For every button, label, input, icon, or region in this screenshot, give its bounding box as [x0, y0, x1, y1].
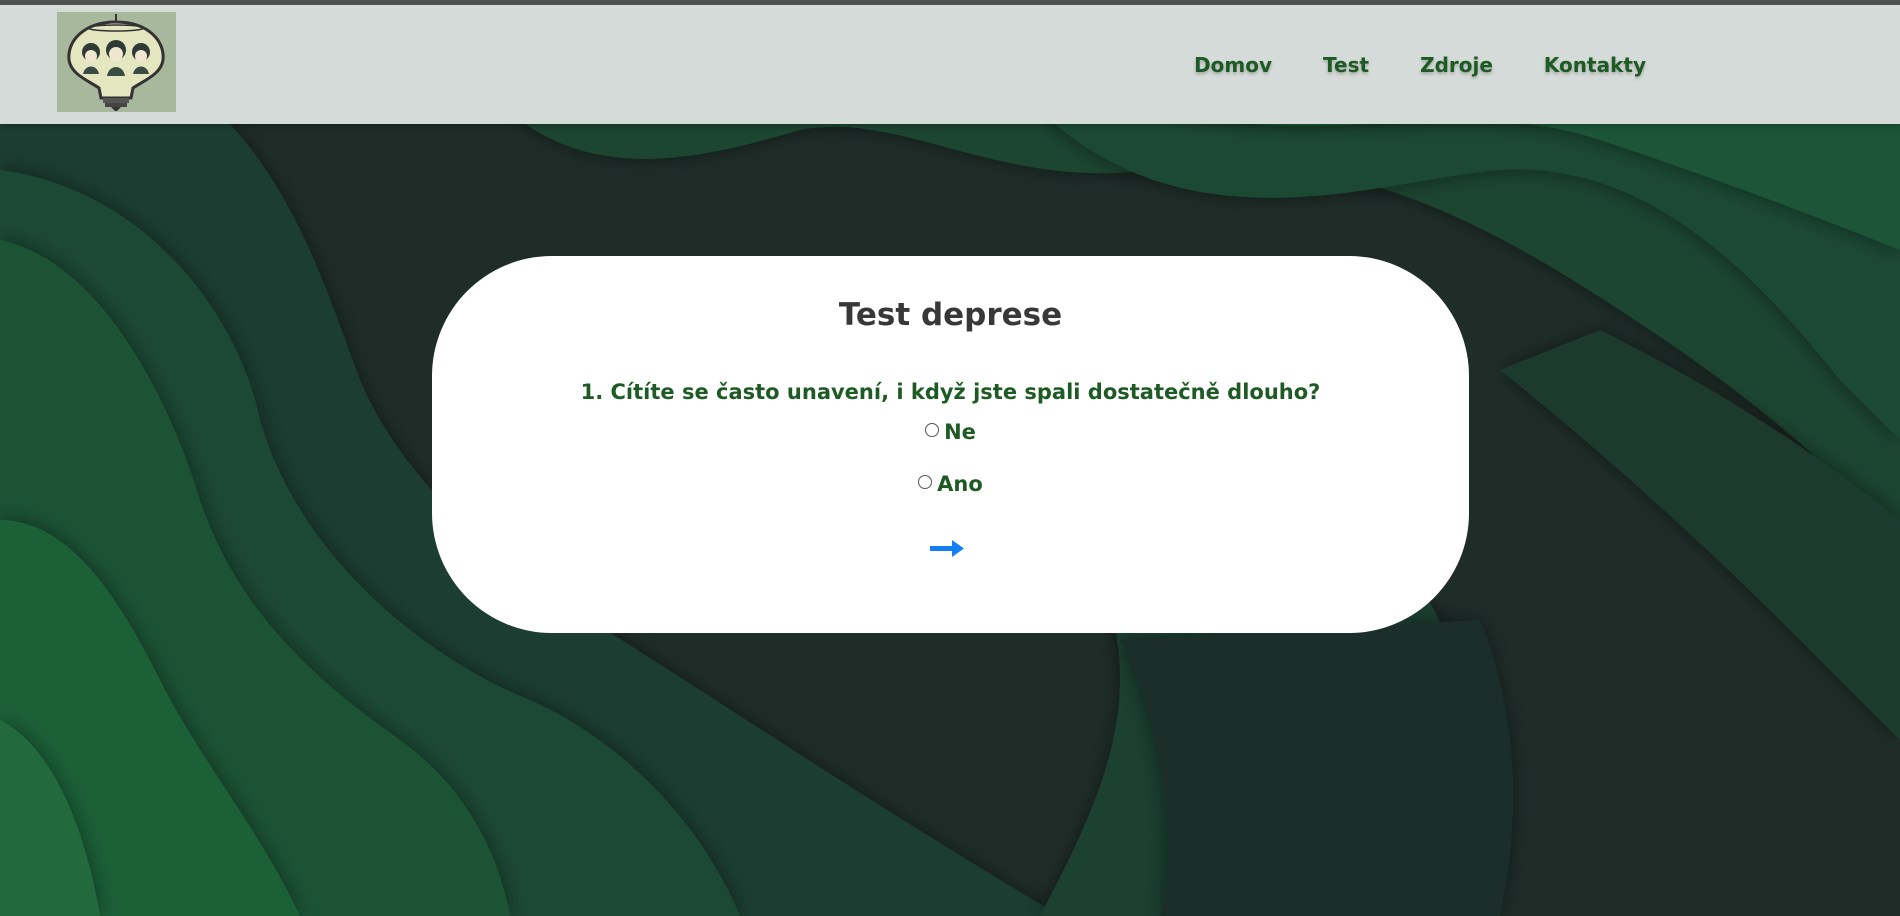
- option-ano-label: Ano: [937, 472, 983, 496]
- radio-ne[interactable]: [925, 423, 940, 437]
- option-ne[interactable]: Ne: [432, 418, 1469, 446]
- lightbulb-logo-icon: [57, 12, 176, 112]
- nav-links: Domov Test Zdroje Kontakty: [1194, 5, 1646, 124]
- nav-link-kontakty[interactable]: Kontakty: [1544, 53, 1646, 77]
- logo[interactable]: [57, 12, 176, 112]
- next-button[interactable]: [928, 536, 968, 560]
- radio-ano[interactable]: [918, 475, 933, 489]
- navbar: Domov Test Zdroje Kontakty: [0, 5, 1900, 124]
- question-text: 1. Cítíte se často unavení, i když jste …: [580, 380, 1321, 404]
- option-ne-label: Ne: [944, 420, 976, 444]
- nav-link-test[interactable]: Test: [1323, 53, 1369, 77]
- option-ano[interactable]: Ano: [432, 470, 1469, 498]
- test-title: Test deprese: [838, 297, 1063, 333]
- arrow-right-icon: [930, 540, 964, 557]
- nav-link-zdroje[interactable]: Zdroje: [1420, 53, 1493, 77]
- nav-link-domov[interactable]: Domov: [1194, 53, 1272, 77]
- test-card: Test deprese 1. Cítíte se často unavení,…: [432, 256, 1469, 633]
- top-border: [0, 0, 1900, 5]
